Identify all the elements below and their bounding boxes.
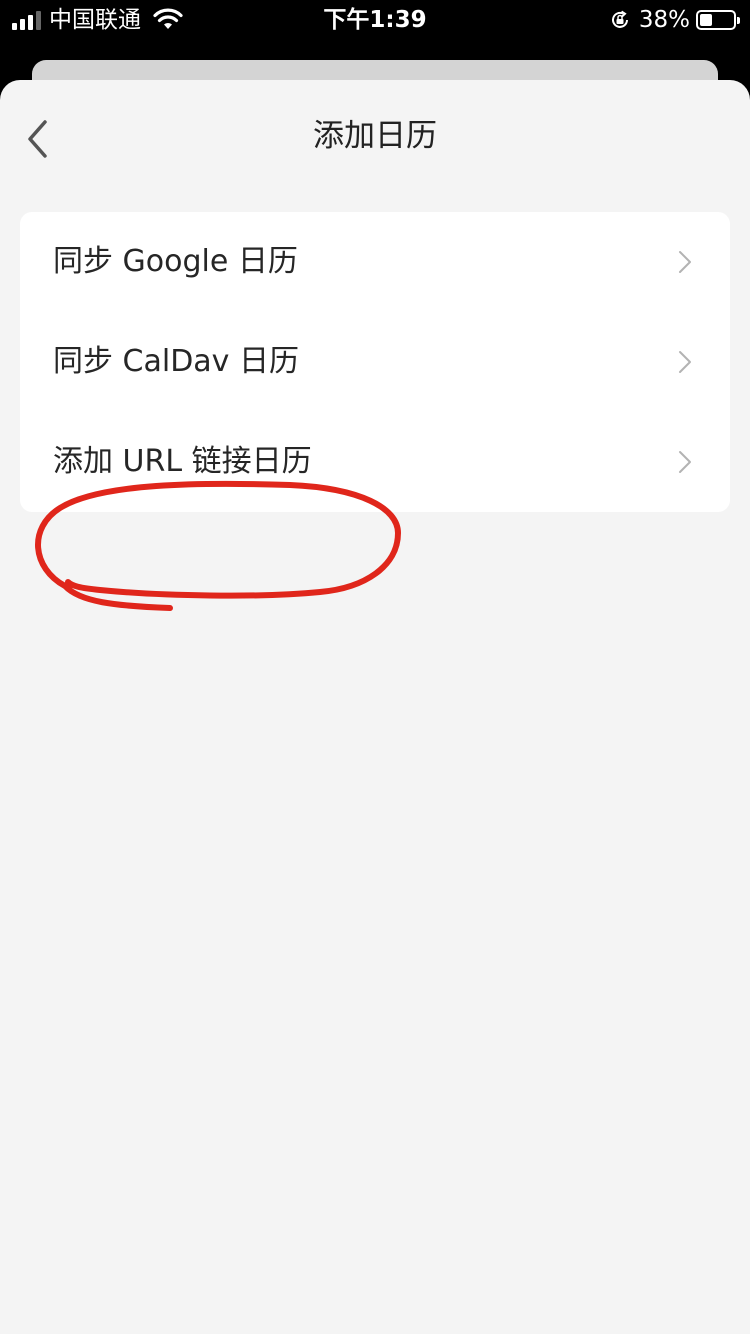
list-item-label: 添加 URL 链接日历: [53, 444, 312, 479]
battery-level-fill: [700, 14, 713, 26]
sync-google-calendar-item[interactable]: 同步 Google 日历: [20, 212, 730, 312]
rotation-lock-icon: [611, 10, 628, 28]
status-bar: 中国联通 下午1:39 38%: [0, 0, 750, 42]
nav-bar: 添加日历: [0, 80, 750, 192]
calendar-source-list: 同步 Google 日历 同步 CalDav 日历 添加 URL 链接日历: [20, 212, 730, 512]
add-calendar-sheet: 添加日历 同步 Google 日历 同步 CalDav 日历 添加 URL 链接…: [0, 80, 750, 1334]
chevron-right-icon: [679, 351, 691, 373]
list-item-label: 同步 Google 日历: [53, 244, 298, 279]
battery-percent: 38%: [638, 7, 690, 33]
battery-icon: [696, 10, 740, 30]
sync-caldav-calendar-item[interactable]: 同步 CalDav 日历: [20, 312, 730, 412]
add-url-calendar-item[interactable]: 添加 URL 链接日历: [20, 412, 730, 512]
chevron-right-icon: [679, 451, 691, 473]
status-bar-right: 38%: [609, 6, 740, 34]
chevron-right-icon: [679, 251, 691, 273]
page-title: 添加日历: [313, 118, 437, 154]
list-item-label: 同步 CalDav 日历: [53, 344, 299, 379]
